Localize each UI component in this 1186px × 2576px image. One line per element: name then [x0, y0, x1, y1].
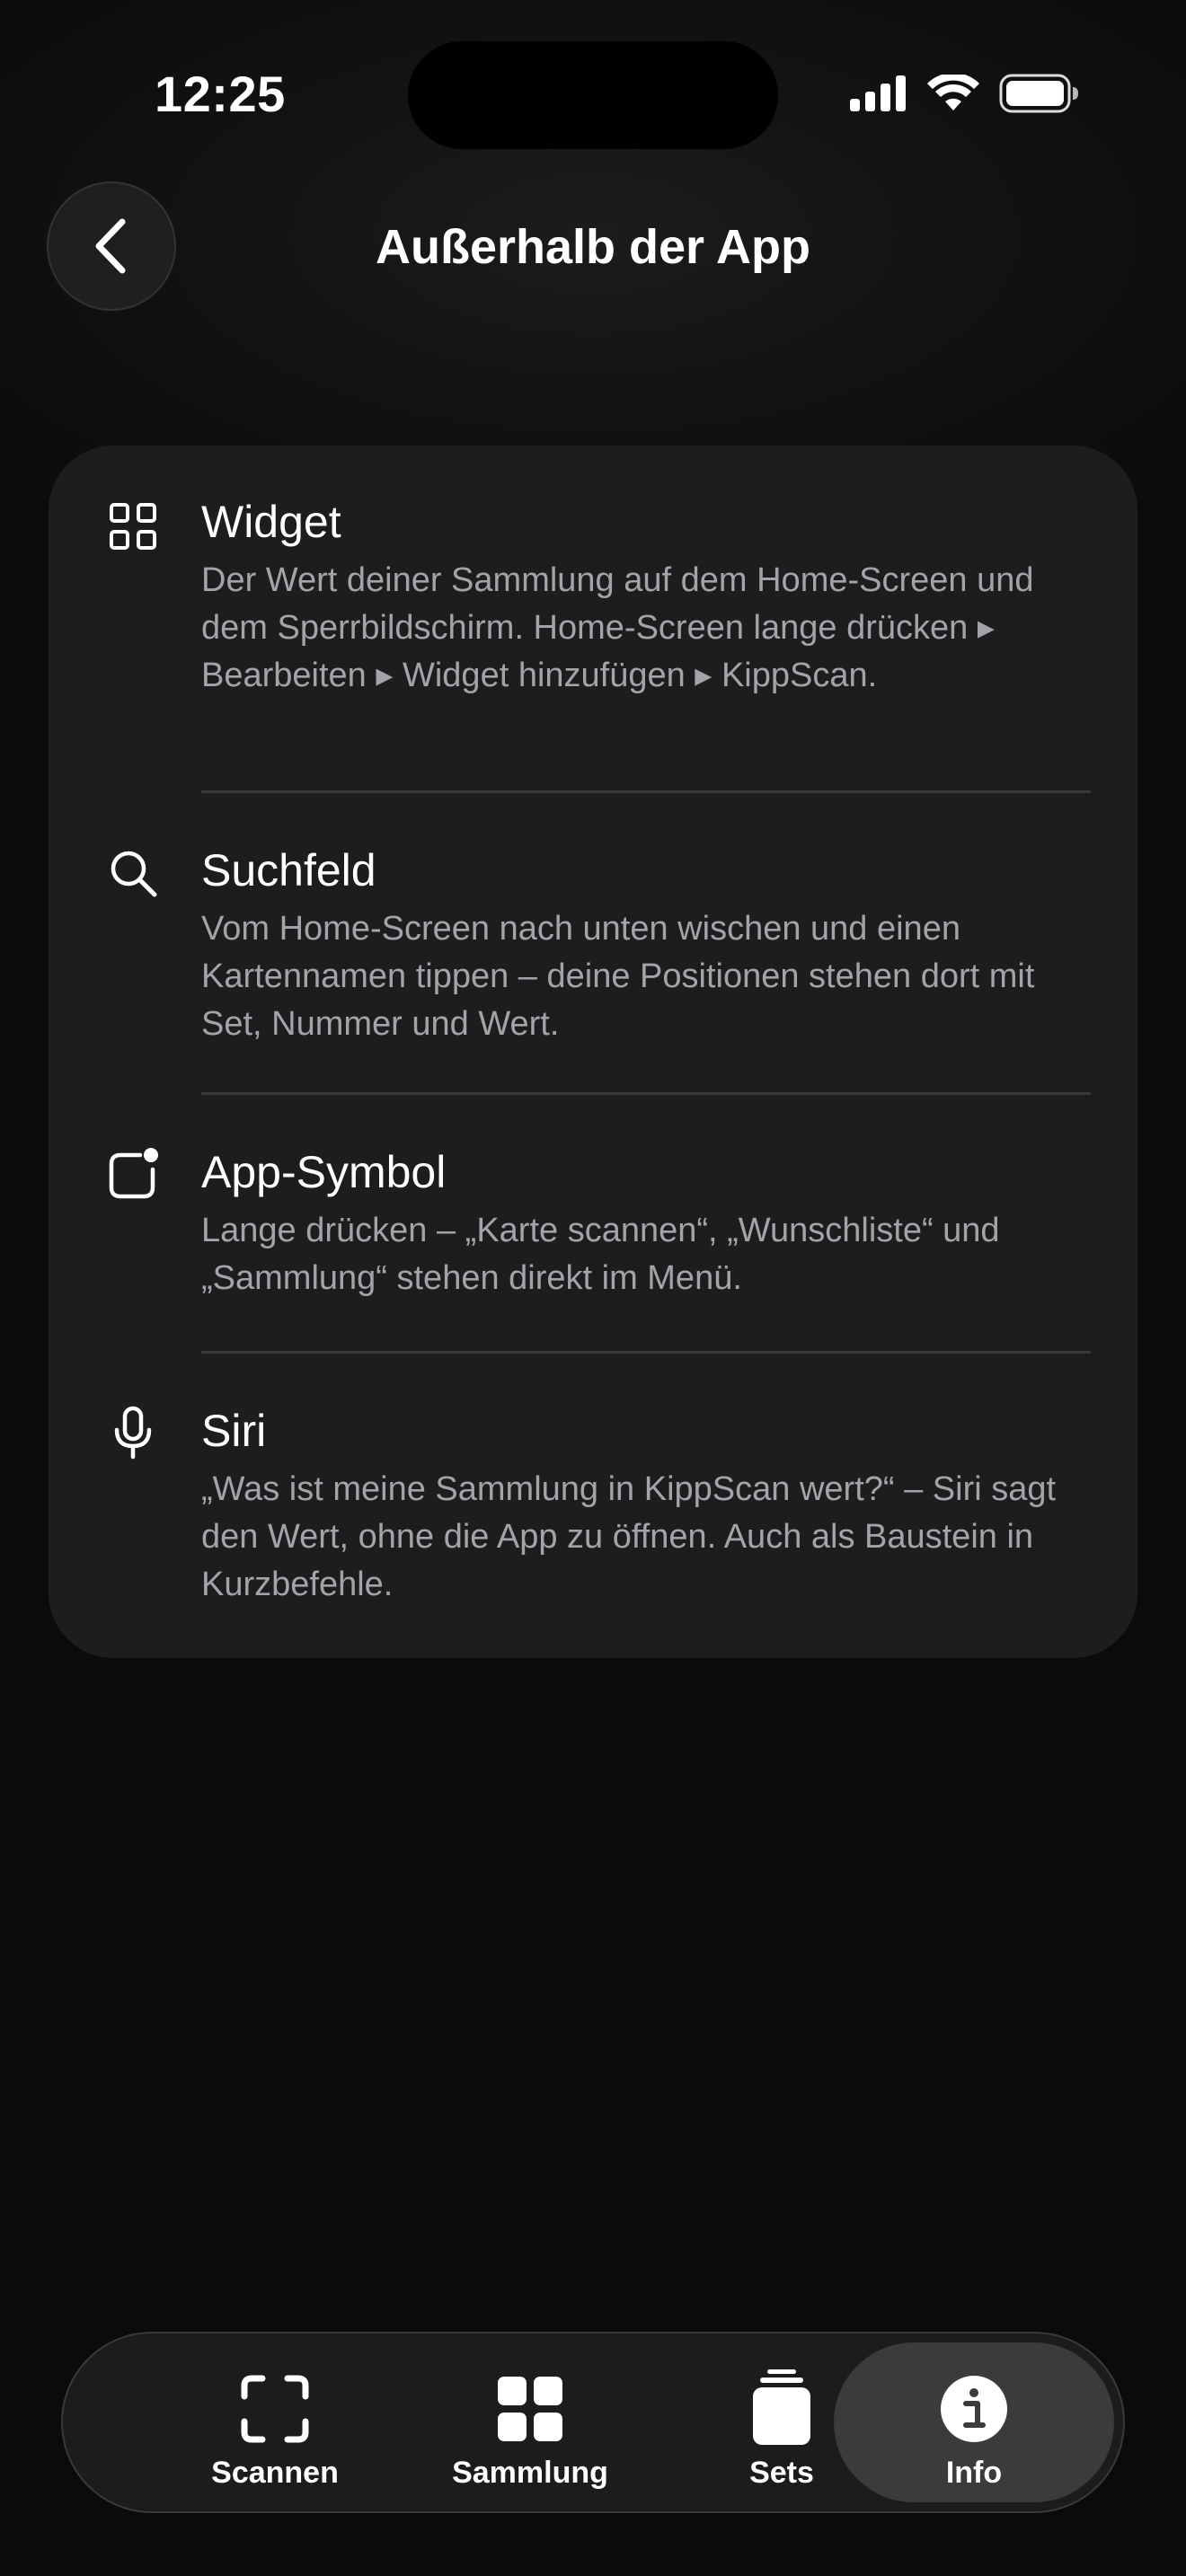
tab-label: Sets: [749, 2456, 814, 2490]
info-icon: [941, 2376, 1007, 2442]
row-title: App-Symbol: [201, 1147, 447, 1197]
app-badge-icon: [109, 1148, 158, 1199]
divider: [201, 790, 1091, 793]
row-title: Siri: [201, 1406, 267, 1456]
battery-icon: [999, 74, 1078, 113]
grid-icon: [110, 503, 156, 550]
info-card: Widget Der Wert deiner Sammlung auf dem …: [49, 446, 1137, 1658]
scan-icon: [241, 2375, 309, 2443]
row-title: Suchfeld: [201, 845, 376, 895]
tab-label: Sammlung: [452, 2456, 608, 2490]
row-title: Widget: [201, 497, 341, 547]
microphone-icon: [114, 1406, 152, 1460]
page-title: Außerhalb der App: [375, 220, 811, 274]
divider: [201, 1351, 1091, 1354]
list-item-suchfeld[interactable]: Suchfeld Vom Home-Screen nach unten wisc…: [49, 794, 1137, 1092]
dynamic-island: [408, 41, 778, 149]
tab-info[interactable]: Info: [834, 2342, 1114, 2502]
list-item-app-symbol[interactable]: App-Symbol Lange drücken – „Karte scanne…: [49, 1096, 1137, 1351]
tab-label: Info: [945, 2456, 1003, 2490]
row-description: Lange drücken – „Karte scannen“, „Wunsch…: [201, 1212, 1000, 1297]
search-icon: [111, 851, 157, 897]
collection-grid-icon: [498, 2377, 562, 2441]
status-time: 12:25: [155, 66, 286, 122]
row-description: „Was ist meine Sammlung in KippScan wert…: [201, 1470, 1057, 1603]
divider: [201, 1092, 1091, 1095]
screen: 12:25 Außerhalb der App Widget Der Wert …: [0, 0, 1186, 2576]
tab-bar: Scannen Sammlung Sets Info: [61, 2332, 1125, 2513]
cellular-signal-icon: [850, 75, 906, 111]
list-item-siri[interactable]: Siri „Was ist meine Sammlung in KippScan…: [49, 1354, 1137, 1658]
wifi-icon: [927, 75, 979, 110]
stack-icon: [753, 2369, 810, 2445]
status-icons: [850, 74, 1080, 113]
tab-scannen[interactable]: Scannen: [149, 2342, 401, 2502]
tab-label: Scannen: [211, 2456, 339, 2490]
list-item-widget[interactable]: Widget Der Wert deiner Sammlung auf dem …: [49, 446, 1137, 792]
row-description: Der Wert deiner Sammlung auf dem Home-Sc…: [201, 561, 1034, 694]
row-description: Vom Home-Screen nach unten wischen und e…: [201, 910, 1035, 1043]
tab-sammlung[interactable]: Sammlung: [404, 2342, 656, 2502]
